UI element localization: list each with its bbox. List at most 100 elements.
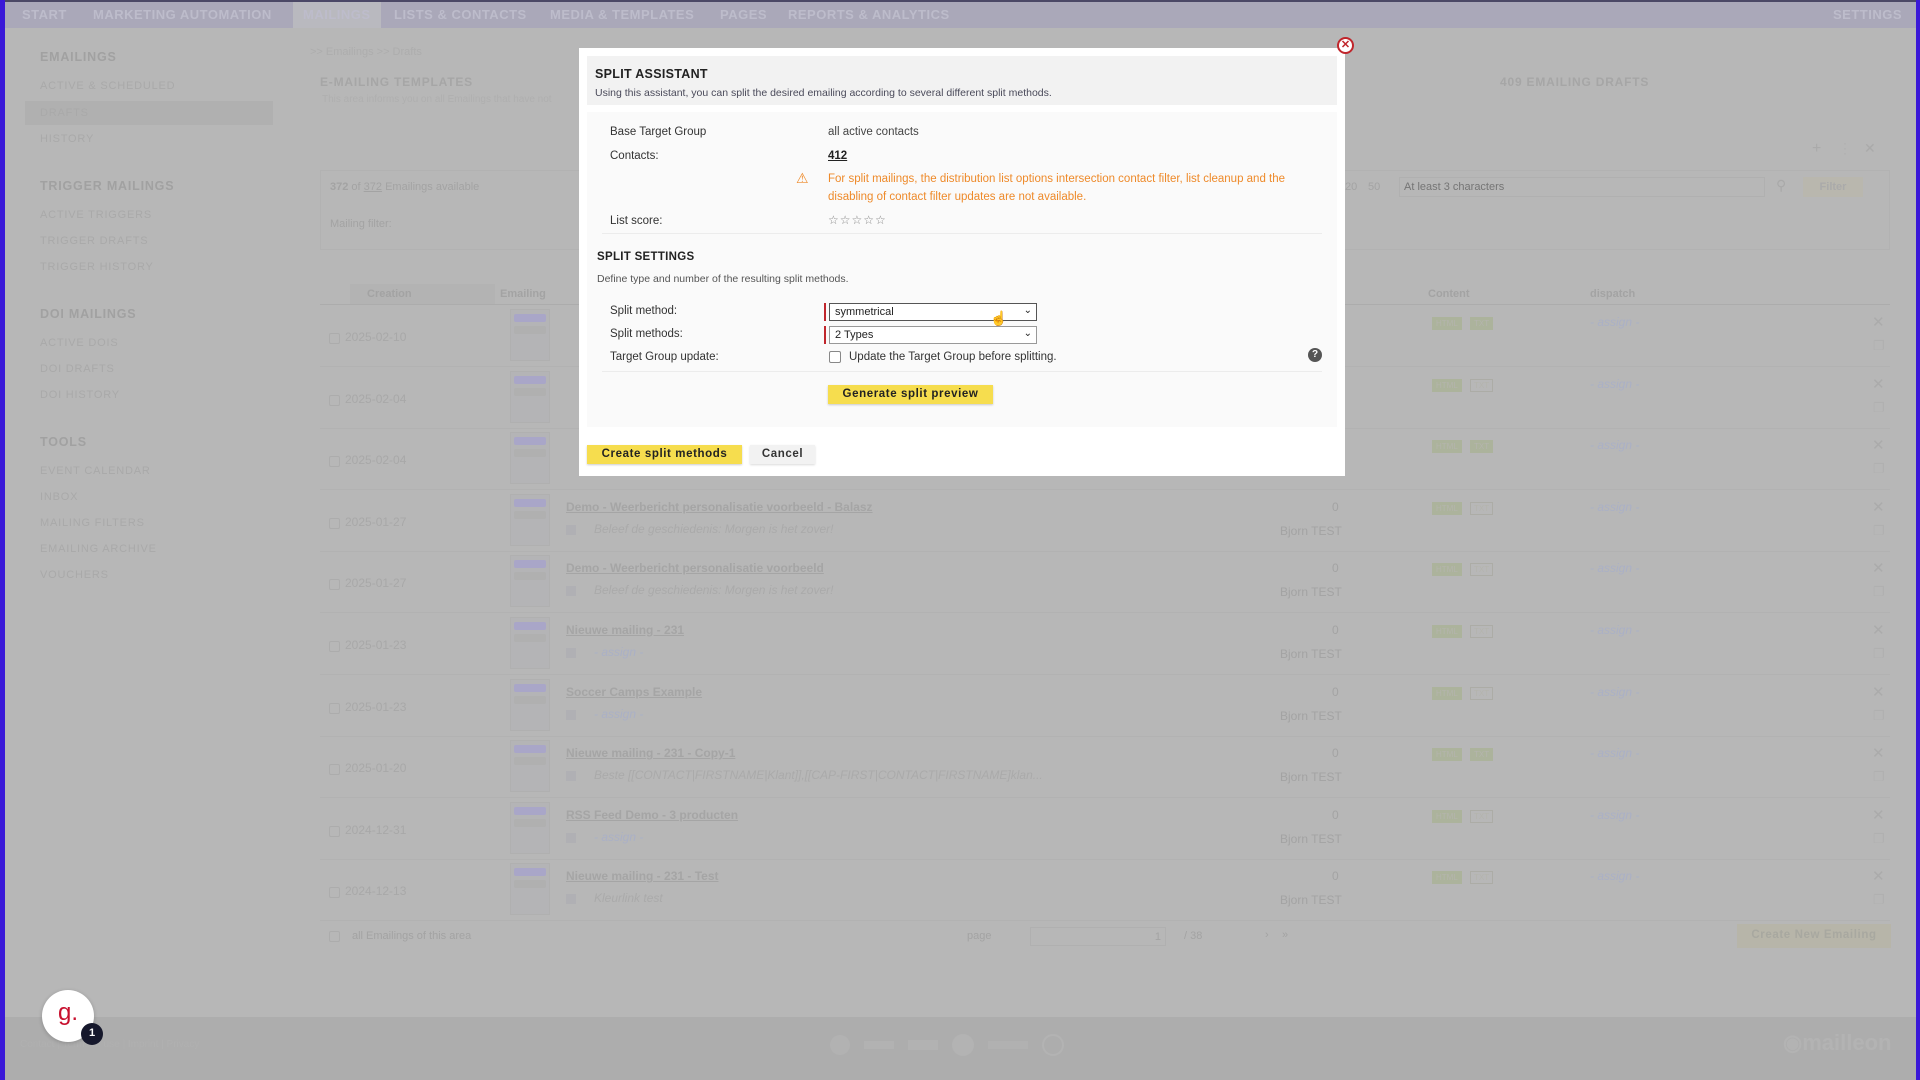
create-split-methods-button[interactable]: Create split methods [587, 445, 742, 464]
col-emailing[interactable]: Emailing [500, 288, 546, 300]
dispatch-assign-link[interactable]: - assign - [1590, 685, 1639, 699]
sidebar-item-vouchers[interactable]: VOUCHERS [40, 569, 109, 581]
nav-start[interactable]: START [22, 7, 67, 22]
row-checkbox[interactable] [329, 394, 340, 406]
delete-icon[interactable]: ✕ [1872, 375, 1885, 393]
copy-icon[interactable]: ❐ [1873, 584, 1885, 600]
filter-button[interactable]: Filter [1803, 177, 1863, 197]
row-thumbnail[interactable] [510, 863, 550, 916]
select-all-checkbox[interactable] [329, 931, 340, 942]
txt-badge[interactable]: TXT [1470, 317, 1494, 330]
html-badge[interactable]: HTML [1432, 440, 1462, 454]
row-checkbox[interactable] [329, 333, 340, 344]
add-icon[interactable]: + [1812, 140, 1821, 158]
page-size-50[interactable]: 50 [1368, 181, 1380, 193]
col-creation[interactable]: Creation [367, 288, 412, 300]
nav-reports-analytics[interactable]: REPORTS & ANALYTICS [788, 7, 950, 22]
row-checkbox[interactable] [329, 641, 340, 652]
sidebar-item-doi-drafts[interactable]: DOI DRAFTS [40, 363, 115, 375]
row-title[interactable]: Demo - Weerbericht personalisatie voorbe… [566, 561, 824, 575]
copy-icon[interactable]: ❐ [1873, 831, 1885, 847]
dispatch-assign-link[interactable]: - assign - [1590, 869, 1639, 883]
txt-badge[interactable]: TXT [1470, 871, 1494, 885]
html-badge[interactable]: HTML [1432, 501, 1462, 515]
html-badge[interactable]: HTML [1432, 378, 1462, 392]
split-methods-select[interactable]: 2 Types ⌄ [829, 326, 1037, 344]
nav-mailings[interactable]: MAILINGS [293, 2, 381, 28]
copy-icon[interactable]: ❐ [1873, 338, 1885, 354]
more-icon[interactable]: ⋮ [1838, 140, 1852, 157]
delete-icon[interactable]: ✕ [1872, 498, 1885, 516]
copy-icon[interactable]: ❐ [1873, 523, 1885, 539]
row-title[interactable]: Nieuwe mailing - 231 - Copy-1 [566, 746, 735, 760]
sidebar-item-history[interactable]: HISTORY [40, 133, 94, 145]
sidebar-item-trigger-drafts[interactable]: TRIGGER DRAFTS [40, 235, 148, 247]
dispatch-assign-link[interactable]: - assign - [1590, 561, 1639, 575]
nav-lists-contacts[interactable]: LISTS & CONTACTS [394, 7, 527, 22]
sidebar-item-event-calendar[interactable]: EVENT CALENDAR [40, 465, 151, 477]
html-badge[interactable]: HTML [1432, 563, 1462, 577]
copy-icon[interactable]: ❐ [1873, 400, 1885, 416]
html-badge[interactable]: HTML [1432, 809, 1462, 823]
row-thumbnail[interactable] [510, 617, 550, 669]
footer-links[interactable]: Contact | Terms of use | Imprint | Priva… [20, 1039, 199, 1050]
nav-settings[interactable]: SETTINGS [1833, 7, 1902, 22]
copy-icon[interactable]: ❐ [1873, 892, 1885, 908]
dispatch-assign-link[interactable]: - assign - [1590, 808, 1639, 822]
row-title[interactable]: Nieuwe mailing - 231 - Test [566, 869, 718, 883]
sidebar-item-mailing-filters[interactable]: MAILING FILTERS [40, 517, 145, 529]
sidebar-item-active-triggers[interactable]: ACTIVE TRIGGERS [40, 209, 152, 221]
total-count[interactable]: 372 [364, 181, 382, 193]
sidebar-item-active-scheduled[interactable]: ACTIVE & SCHEDULED [40, 80, 175, 92]
delete-icon[interactable]: ✕ [1872, 744, 1885, 762]
page-input[interactable]: 1 [1030, 927, 1166, 946]
row-checkbox[interactable] [329, 517, 340, 529]
dispatch-assign-link[interactable]: - assign - [1590, 500, 1639, 514]
html-badge[interactable]: HTML [1432, 871, 1462, 885]
html-badge[interactable]: HTML [1432, 748, 1462, 762]
row-thumbnail[interactable] [510, 801, 550, 854]
breadcrumb[interactable]: >> Emailings >> Drafts [310, 46, 422, 58]
row-title[interactable]: Demo - Weerbericht personalisatie voorbe… [566, 500, 873, 514]
target-group-update-checkbox[interactable] [829, 351, 841, 363]
dispatch-assign-link[interactable]: - assign - [1590, 438, 1639, 452]
nav-media-templates[interactable]: MEDIA & TEMPLATES [550, 7, 694, 22]
row-checkbox[interactable] [329, 456, 340, 468]
row-thumbnail[interactable] [510, 309, 550, 361]
sidebar-item-drafts[interactable]: DRAFTS [40, 107, 89, 119]
row-thumbnail[interactable] [510, 493, 550, 546]
sidebar-item-emailing-archive[interactable]: EMAILING ARCHIVE [40, 543, 157, 555]
nav-marketing-automation[interactable]: MARKETING AUTOMATION [93, 7, 272, 22]
sidebar-item-inbox[interactable]: INBOX [40, 491, 78, 503]
last-page-icon[interactable]: » [1282, 929, 1288, 941]
copy-icon[interactable]: ❐ [1873, 708, 1885, 724]
generate-split-preview-button[interactable]: Generate split preview [828, 385, 993, 404]
row-thumbnail[interactable] [510, 432, 550, 485]
next-page-icon[interactable]: › [1265, 929, 1269, 941]
row-checkbox[interactable] [329, 825, 340, 837]
delete-icon[interactable]: ✕ [1872, 867, 1885, 885]
close-filter-icon[interactable]: ✕ [1864, 140, 1876, 157]
html-badge[interactable]: HTML [1432, 686, 1462, 700]
txt-badge[interactable]: TXT [1470, 440, 1494, 454]
dispatch-assign-link[interactable]: - assign - [1590, 623, 1639, 637]
dispatch-assign-link[interactable]: - assign - [1590, 746, 1639, 760]
nav-pages[interactable]: PAGES [720, 7, 767, 22]
contacts-link[interactable]: 412 [828, 150, 847, 162]
dispatch-assign-link[interactable]: - assign - [1590, 377, 1639, 391]
txt-badge[interactable]: TXT [1470, 748, 1494, 762]
txt-badge[interactable]: TXT [1470, 501, 1494, 515]
row-title[interactable]: RSS Feed Demo - 3 producten [566, 808, 738, 822]
delete-icon[interactable]: ✕ [1872, 559, 1885, 577]
delete-icon[interactable]: ✕ [1872, 313, 1885, 331]
search-icon[interactable]: ⚲ [1776, 177, 1786, 194]
row-thumbnail[interactable] [510, 555, 550, 608]
html-badge[interactable]: HTML [1432, 625, 1462, 638]
page-size-20[interactable]: 20 [1345, 181, 1357, 193]
row-checkbox[interactable] [329, 702, 340, 714]
delete-icon[interactable]: ✕ [1872, 683, 1885, 701]
row-checkbox[interactable] [329, 579, 340, 591]
row-thumbnail[interactable] [510, 370, 550, 423]
sidebar-item-doi-history[interactable]: DOI HISTORY [40, 389, 120, 401]
col-dispatch[interactable]: dispatch [1590, 288, 1635, 300]
